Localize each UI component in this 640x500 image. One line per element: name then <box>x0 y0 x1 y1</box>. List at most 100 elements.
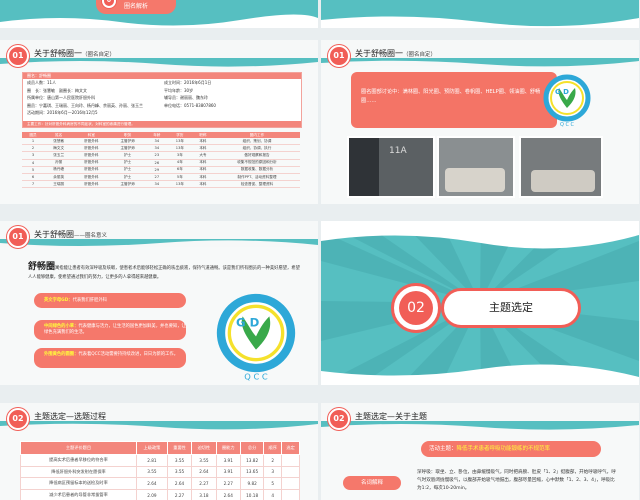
table-cell: 2.81 <box>135 454 168 467</box>
term-explanation: 深呼吸：取坐、立、卧位，由鼻缓慢吸气，同时把肩膀、肚皮「1、2」挺腹部，开始呼吸… <box>417 470 616 491</box>
section-topic: 主题选定 <box>441 288 581 328</box>
team-photo-2 <box>437 136 515 198</box>
table-cell: 34 <box>145 144 168 153</box>
table-cell: 9.82 <box>239 477 265 490</box>
section-badge: 01 <box>7 45 29 67</box>
slide-5[interactable]: 01 关于舒畅圈——圈名意义 舒畅圈寓指能让患者有效深呼吸及咳嗽，使患者术后能够… <box>0 221 318 385</box>
table-cell: 数据收集、数据分析 <box>213 166 300 174</box>
table-cell: 肝胆外科 <box>73 166 110 174</box>
table-cell: 3.55 <box>166 465 193 479</box>
table-cell: 本科 <box>191 166 214 174</box>
slide-title: 主题选定—关于主题 <box>355 412 427 421</box>
table-cell: 2.64 <box>191 465 217 479</box>
table-cell <box>281 488 300 500</box>
info-row: 圈员：宁嘉琪、王瑞丽、王向玲、杨丹峰、余丽英、孙丽、张玉兰 单位电话：0571-8… <box>27 102 216 108</box>
slide-2[interactable] <box>321 0 639 28</box>
table-cell: 13年 <box>167 138 192 146</box>
table-cell: 2.27 <box>215 477 241 490</box>
table-cell: 1 <box>22 138 45 146</box>
table-cell: 本科 <box>191 159 214 167</box>
slide-3[interactable]: 01 关于舒畅圈一（圈名自定） 圈名：舒畅圈 成员人数：11人 成立时间：2016… <box>0 40 318 204</box>
table-cell: 组织、策划、协调 <box>213 138 300 146</box>
table-cell <box>281 454 300 467</box>
table-cell: 6 <box>22 173 45 182</box>
table-cell: 肝胆外科 <box>73 151 110 160</box>
table-cell: 6年 <box>167 166 192 174</box>
table-cell: 29 <box>145 166 168 174</box>
slide-1[interactable]: 0 圈名解析 <box>0 0 318 28</box>
table-cell <box>281 477 300 490</box>
table-cell: 本科 <box>191 138 214 146</box>
table-cell: 张玉兰 <box>44 151 74 160</box>
table-cell: 主管护师 <box>109 180 146 189</box>
slide-title: 主题选定—选题过程 <box>34 412 106 421</box>
table-cell: 减少术后患者的导管非常拔管率 <box>20 488 137 500</box>
table-cell: 3.55 <box>135 465 168 479</box>
table-cell: 杨丹峰 <box>44 166 74 174</box>
table-cell: 护士 <box>109 173 146 182</box>
wave-decoration <box>0 58 318 67</box>
info-row: 圈 长：张慧敏 副圈长：梅文文 平均年龄：30岁 <box>27 87 194 93</box>
table-cell: 主管护师 <box>109 138 146 146</box>
slide-title: 关于舒畅圈一（圈名自定） <box>355 49 437 58</box>
table-cell: 提高实术后患者早移位的符合率 <box>20 454 137 467</box>
table-row: 4 孙丽 肝胆外科 护士 26 4年 本科 收集不规范的原因和分析 <box>22 159 300 167</box>
member-table: 圈员 姓名 科室 职务 年龄 学历 职称 圈内工作 1 张慧敏 肝胆外科 主管护师 34 13年 本科 组织… <box>22 132 300 189</box>
topic-selection-table: 主题评价题目 上级政策 重要性 迫切性 圈能力 总分 顺序 选定 提高实术后患者早移位的符合率… <box>20 441 300 500</box>
table-cell: 3 <box>22 151 45 160</box>
selection-header-cell: 圈能力 <box>215 441 241 455</box>
table-cell: 本科 <box>191 144 214 153</box>
svg-text:Q C C: Q C C <box>560 122 575 128</box>
selection-header-cell: 主题评价题目 <box>20 441 137 455</box>
svg-text:G D: G D <box>555 88 569 96</box>
wave-decoration <box>0 14 318 28</box>
slide-title: 关于舒畅圈——圈名意义 <box>34 230 108 239</box>
table-cell: 2 <box>22 144 45 153</box>
table-cell: 护士 <box>109 159 146 167</box>
table-cell: 王瑞丽 <box>44 180 74 189</box>
table-cell: 2.27 <box>191 477 217 490</box>
wave-decoration <box>0 421 318 430</box>
table-cell: 4年 <box>167 159 192 167</box>
table-cell: 大专 <box>191 151 214 160</box>
table-row: 提高实术后患者早移位的符合率 2.81 3.55 3.55 3.91 13.82 2 <box>20 454 300 467</box>
table-cell: 降低肝胆外科突发射在愿保率 <box>20 465 137 479</box>
meaning-paragraph: 舒畅圈寓指能让患者有效深呼吸及咳嗽，使患者术后能够轻松正确的咳出痰液，保持气道通… <box>28 262 300 281</box>
table-cell: 余丽英 <box>44 173 74 182</box>
table-cell: 4 <box>263 488 283 500</box>
selection-header-cell: 选定 <box>281 441 300 455</box>
table-cell: 3.91 <box>215 465 241 479</box>
table-cell: 2.64 <box>135 477 168 490</box>
table-cell: 27 <box>145 173 168 182</box>
table-cell: 23 <box>145 151 168 160</box>
info-footer: 主要工作：针对肝胆外科病房的不同症状，对科室的疼痛进行管理。 <box>23 121 301 127</box>
table-cell: 梅文文 <box>44 144 74 153</box>
term-explanation-label: 名词解释 <box>343 476 401 490</box>
table-cell: 34 <box>145 180 168 189</box>
table-cell: 13.82 <box>239 454 265 467</box>
table-cell: 26 <box>145 159 168 167</box>
table-cell: 3.55 <box>191 454 217 467</box>
svg-text:Q C C: Q C C <box>244 372 268 382</box>
wave-decoration <box>0 239 318 246</box>
table-cell: 肝胆外科 <box>73 159 110 167</box>
wave-decoration <box>321 421 639 430</box>
table-row: 降低病区预留标本的送检及时率 2.64 2.64 2.27 2.27 9.82 5 <box>20 477 300 490</box>
selection-header-cell: 迫切性 <box>191 441 217 455</box>
table-cell: 13年 <box>167 144 192 153</box>
table-cell <box>281 465 300 479</box>
slide-6[interactable]: 主题选定 02 <box>321 221 639 385</box>
table-cell: 护士 <box>109 166 146 174</box>
slide-7[interactable]: 02 主题选定—选题过程 主题评价题目 上级政策 重要性 迫切性 圈能力 总分 顺序 选定 提… <box>0 403 318 500</box>
table-cell: 2.27 <box>166 488 193 500</box>
table-row: 7 王瑞丽 肝胆外科 主管护师 34 13年 本科 检查督促、整理资料 <box>22 180 300 189</box>
wave-decoration <box>321 16 639 28</box>
table-cell: 本科 <box>191 173 214 182</box>
slide-4[interactable]: 01 关于舒畅圈一（圈名自定） 圈名圈部讨论中：满林圈、阳光圈、预防圈、卷帆圈、… <box>321 40 639 204</box>
meaning-pill: 英文字母GD：代表我们肝胆外科 <box>34 293 186 308</box>
table-cell: 制作PPT、活动资料整理 <box>213 173 300 182</box>
slide-8[interactable]: 02 主题选定—关于主题 活动主题：降低手术患者呼吸功能锻练的不规范率 名词解释… <box>321 403 639 500</box>
table-cell: 主管护师 <box>109 144 146 153</box>
slide-title: 关于舒畅圈一（圈名自定） <box>34 49 116 58</box>
table-cell: 本科 <box>191 180 214 189</box>
